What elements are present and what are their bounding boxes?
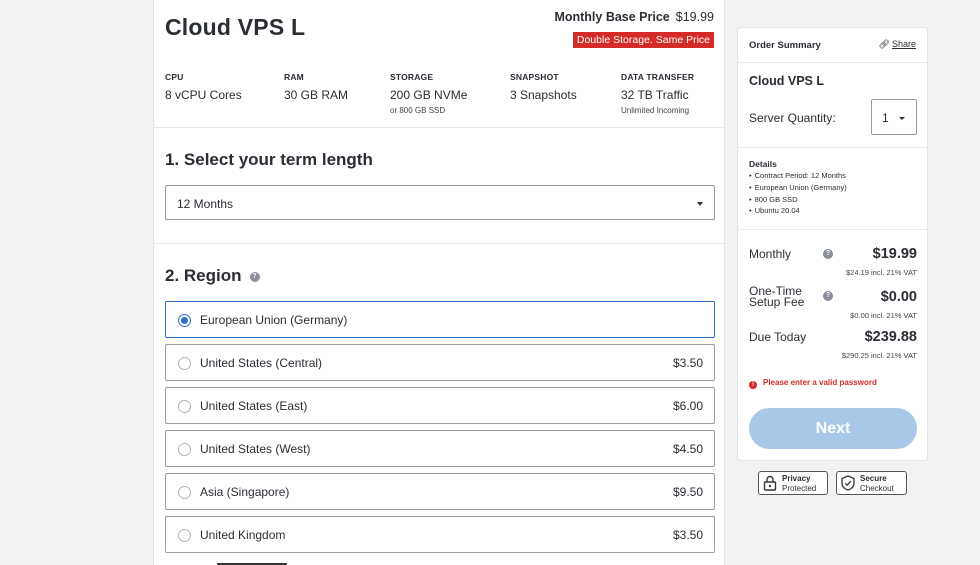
spec-value: 3 Snapshots [510, 88, 577, 102]
spec-key: DATA TRANSFER [621, 72, 695, 82]
promo-badge: Double Storage. Same Price [572, 32, 714, 48]
region-title-text: 2. Region [165, 266, 242, 285]
base-price-label: Monthly Base Price [554, 10, 670, 24]
region-option-asia-singapore[interactable]: Asia (Singapore) $9.50 [165, 473, 715, 510]
radio-button[interactable] [178, 443, 191, 456]
region-name: United States (West) [200, 442, 311, 456]
detail-item: 800 GB SSD [749, 194, 847, 206]
region-price: $3.50 [672, 356, 703, 370]
spec-data-transfer: DATA TRANSFER 32 TB Traffic Unlimited In… [621, 72, 694, 115]
spec-sub: or 800 GB SSD [390, 106, 446, 115]
divider [154, 127, 724, 128]
badge-subtitle: Protected [782, 484, 817, 493]
radio-button[interactable] [178, 357, 191, 370]
quantity-select[interactable]: 1 [871, 99, 917, 135]
region-option-eu-germany[interactable]: European Union (Germany) [165, 301, 715, 338]
divider [738, 62, 927, 63]
region-price: $3.50 [672, 528, 703, 542]
details-title: Details [749, 159, 777, 169]
help-icon[interactable]: ? [823, 291, 833, 301]
chevron-down-icon [697, 202, 703, 206]
spec-snapshot: SNAPSHOT 3 Snapshots [510, 72, 577, 102]
spec-key: SNAPSHOT [510, 72, 559, 82]
radio-button[interactable] [178, 486, 191, 499]
due-price: $239.88 [864, 329, 917, 345]
region-option-us-central[interactable]: United States (Central) $3.50 [165, 344, 715, 381]
setup-price: $0.00 [880, 289, 917, 305]
privacy-protected-badge: Privacy Protected [758, 471, 828, 495]
quantity-value: 1 [882, 111, 889, 125]
order-summary-panel: Order Summary 🔗︎ Share Cloud VPS L Server… [737, 27, 928, 461]
radio-button[interactable] [178, 314, 191, 327]
spec-value: 8 vCPU Cores [165, 88, 242, 102]
lock-icon [763, 475, 777, 491]
detail-item: Ubuntu 20.04 [749, 205, 847, 217]
share-label: Share [891, 39, 916, 49]
region-option-us-west[interactable]: United States (West) $4.50 [165, 430, 715, 467]
badge-title: Privacy [782, 474, 811, 483]
help-icon[interactable]: ? [249, 272, 260, 282]
region-price: $4.50 [672, 442, 703, 456]
radio-button[interactable] [178, 529, 191, 542]
shield-check-icon [841, 475, 855, 491]
setup-vat: $0.00 incl. 21% VAT [850, 311, 917, 320]
chevron-down-icon [899, 117, 905, 120]
share-link[interactable]: 🔗︎ Share [879, 39, 916, 50]
region-name: United Kingdom [200, 528, 286, 542]
base-price: Monthly Base Price $19.99 [554, 10, 714, 24]
configurator-panel: Cloud VPS L Monthly Base Price $19.99 Dou… [153, 0, 725, 565]
monthly-price: $19.99 [872, 246, 917, 262]
base-price-value: $19.99 [675, 10, 714, 24]
spec-key: CPU [165, 72, 184, 82]
spec-cpu: CPU 8 vCPU Cores [165, 72, 242, 102]
region-price: $6.00 [672, 399, 703, 413]
term-title: 1. Select your term length [165, 150, 373, 169]
region-name: United States (East) [200, 399, 308, 413]
badge-subtitle: Checkout [860, 484, 894, 493]
error-text: Please enter a valid password [763, 378, 877, 387]
badge-title: Secure [860, 474, 887, 483]
due-label: Due Today [749, 330, 807, 344]
alert-icon: ! [749, 381, 757, 389]
region-title: 2. Region? [165, 266, 260, 286]
spec-key: RAM [284, 72, 304, 82]
term-select[interactable]: 12 Months [165, 185, 715, 220]
radio-button[interactable] [178, 400, 191, 413]
region-name: European Union (Germany) [200, 313, 348, 327]
setup-label-line2: Setup Fee [749, 295, 805, 309]
spec-ram: RAM 30 GB RAM [284, 72, 348, 102]
spec-value: 30 GB RAM [284, 88, 349, 102]
divider [738, 229, 927, 230]
divider [738, 147, 927, 148]
region-price: $9.50 [672, 485, 703, 499]
link-icon: 🔗︎ [878, 39, 890, 49]
quantity-label: Server Quantity: [749, 111, 836, 125]
detail-item: European Union (Germany) [749, 182, 847, 194]
spec-value: 32 TB Traffic [621, 88, 689, 102]
term-selected-value: 12 Months [177, 197, 234, 211]
divider [154, 243, 724, 244]
spec-storage: STORAGE 200 GB NVMe or 800 GB SSD [390, 72, 467, 115]
order-summary-heading: Order Summary [749, 40, 821, 51]
secure-checkout-badge: Secure Checkout [836, 471, 907, 495]
region-option-uk[interactable]: United Kingdom $3.50 [165, 516, 715, 553]
spec-value: 200 GB NVMe [390, 88, 468, 102]
spec-list: CPU 8 vCPU Cores RAM 30 GB RAM STORAGE 2… [165, 72, 725, 124]
monthly-vat: $24.19 incl. 21% VAT [845, 268, 917, 277]
help-icon[interactable]: ? [823, 249, 833, 259]
due-vat: $290.25 incl. 21% VAT [841, 351, 917, 360]
monthly-label: Monthly [749, 247, 792, 261]
product-title: Cloud VPS L [165, 14, 306, 40]
details-list: Contract Period: 12 Months European Unio… [749, 170, 847, 217]
error-message: ! Please enter a valid password [749, 378, 877, 389]
summary-product-title: Cloud VPS L [749, 74, 824, 88]
next-button[interactable]: Next [749, 408, 917, 449]
spec-sub: Unlimited Incoming [621, 106, 690, 115]
region-option-us-east[interactable]: United States (East) $6.00 [165, 387, 715, 424]
region-name: United States (Central) [200, 356, 323, 370]
region-name: Asia (Singapore) [200, 485, 290, 499]
spec-key: STORAGE [390, 72, 434, 82]
detail-item: Contract Period: 12 Months [749, 170, 847, 182]
